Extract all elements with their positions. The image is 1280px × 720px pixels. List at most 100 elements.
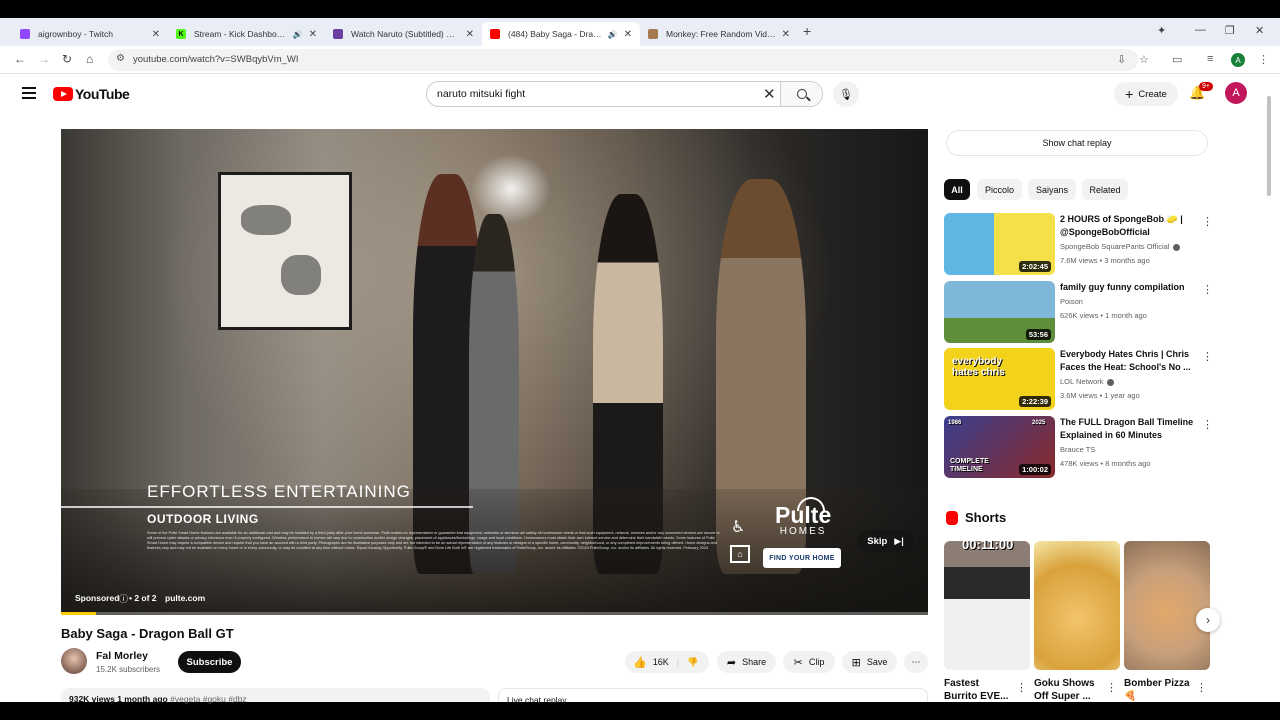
chip-all[interactable]: All [944, 179, 970, 200]
more-vertical-icon[interactable]: ⋮ [1106, 681, 1117, 694]
video-thumbnail[interactable]: 1986 2025 COMPLETE TIMELINE 1:00:02 [944, 416, 1055, 478]
clip-button[interactable]: ✂ Clip [783, 651, 835, 673]
recommended-video[interactable]: 1986 2025 COMPLETE TIMELINE 1:00:02 The … [944, 416, 1213, 479]
video-channel[interactable]: SpongeBob SquarePants Official [1060, 242, 1180, 251]
more-vertical-icon[interactable]: ⋮ [1202, 350, 1213, 363]
account-avatar[interactable]: A [1225, 82, 1247, 104]
forward-icon[interactable]: → [38, 52, 50, 66]
video-channel[interactable]: LOL Network [1060, 377, 1114, 386]
install-app-icon[interactable]: ⇩ [1117, 53, 1126, 66]
video-channel[interactable]: Brauce TS [1060, 445, 1095, 454]
page-scrollbar[interactable] [1267, 96, 1271, 196]
ad-info-icon[interactable]: ⓘ [119, 592, 128, 605]
share-button[interactable]: ➦ Share [717, 651, 776, 673]
tab-naruto[interactable]: Watch Naruto (Subtitled) S01:E ✕ [325, 22, 482, 46]
close-window-icon[interactable]: ✕ [1255, 24, 1264, 37]
video-thumbnail[interactable]: 53:56 [944, 281, 1055, 343]
chip-piccolo[interactable]: Piccolo [977, 179, 1022, 200]
reading-list-icon[interactable]: ≡ [1207, 53, 1213, 65]
search-box[interactable]: naruto mitsuki fight ✕ [426, 81, 823, 107]
like-count[interactable]: 16K [653, 657, 669, 667]
search-button[interactable] [780, 82, 822, 106]
back-icon[interactable]: ← [14, 52, 26, 66]
more-vertical-icon[interactable]: ⋮ [1202, 215, 1213, 228]
skip-ad-button[interactable]: Skip ▶| [857, 530, 914, 553]
channel-avatar[interactable] [61, 648, 87, 674]
tab-title: (484) Baby Saga - Dragon B [508, 29, 604, 39]
tab-kick[interactable]: K Stream - Kick Dashboard 🔊 ✕ [168, 22, 325, 46]
reload-icon[interactable]: ↻ [62, 52, 72, 66]
recommended-video[interactable]: 2:02:45 2 HOURS of SpongeBob 🧽 | @Sponge… [944, 213, 1213, 276]
cast-icon[interactable]: ▭ [1172, 53, 1182, 66]
browser-toolbar: ← → ↻ ⌂ ⚙ youtube.com/watch?v=SWBqybVm_W… [0, 46, 1280, 74]
search-input[interactable]: naruto mitsuki fight [437, 88, 525, 100]
close-tab-icon[interactable]: ✕ [624, 29, 632, 40]
recommended-video[interactable]: everybody hates chris 2:22:39 Everybody … [944, 348, 1213, 411]
create-button[interactable]: + Create [1114, 82, 1178, 106]
restore-icon[interactable]: ❐ [1225, 24, 1235, 37]
bookmark-star-icon[interactable]: ☆ [1139, 53, 1149, 66]
ad-progress-bar[interactable] [61, 612, 928, 615]
more-vertical-icon[interactable]: ⋮ [1202, 418, 1213, 431]
video-player[interactable]: EFFORTLESS ENTERTAINING OUTDOOR LIVING S… [61, 129, 928, 615]
video-tags[interactable]: #vegeta #goku #dbz [170, 694, 247, 704]
close-tab-icon[interactable]: ✕ [152, 29, 160, 40]
close-tab-icon[interactable]: ✕ [309, 29, 317, 40]
more-vertical-icon[interactable]: ⋮ [1202, 283, 1213, 296]
minimize-icon[interactable]: — [1195, 24, 1206, 36]
speaker-icon[interactable]: 🔊 [608, 30, 618, 39]
video-title[interactable]: family guy funny compilation [1060, 281, 1198, 294]
video-thumbnail[interactable]: everybody hates chris 2:22:39 [944, 348, 1055, 410]
home-icon[interactable]: ⌂ [86, 52, 93, 66]
new-tab-button[interactable]: + [803, 23, 811, 39]
short-title[interactable]: Fastest Burrito EVE... [944, 677, 1014, 703]
shorts-next-arrow-icon[interactable]: › [1196, 608, 1220, 632]
more-actions-button[interactable]: ⋯ [904, 651, 928, 673]
video-duration: 53:56 [1025, 329, 1051, 340]
video-title[interactable]: Everybody Hates Chris | Chris Faces the … [1060, 348, 1198, 374]
tab-twitch[interactable]: aigrownboy - Twitch ✕ [12, 22, 168, 46]
tab-youtube-active[interactable]: (484) Baby Saga - Dragon B 🔊 ✕ [482, 22, 640, 46]
close-tab-icon[interactable]: ✕ [782, 29, 790, 40]
video-title[interactable]: The FULL Dragon Ball Timeline Explained … [1060, 416, 1198, 442]
like-icon[interactable]: 👍 [633, 656, 647, 669]
show-chat-replay-button[interactable]: Show chat replay [946, 130, 1208, 156]
accessibility-icon: ♿ [731, 519, 746, 536]
menu-hamburger-icon[interactable] [22, 87, 36, 99]
ad-scene-chandelier [471, 154, 551, 224]
chip-related[interactable]: Related [1082, 179, 1128, 200]
speaker-icon[interactable]: 🔊 [293, 30, 303, 39]
subscribe-button[interactable]: Subscribe [178, 651, 241, 673]
find-your-home-button[interactable]: FIND YOUR HOME [763, 548, 841, 568]
voice-search-icon[interactable]: 🎙 [833, 81, 859, 107]
close-tab-icon[interactable]: ✕ [466, 29, 474, 40]
tab-monkey[interactable]: Monkey: Free Random Video C ✕ [640, 22, 798, 46]
more-vertical-icon[interactable]: ⋮ [1016, 681, 1027, 694]
channel-name[interactable]: Fal Morley [96, 650, 148, 662]
scissors-icon: ✂ [793, 656, 803, 669]
save-button[interactable]: ⊞ Save [842, 651, 897, 673]
save-label: Save [866, 657, 888, 667]
youtube-logo[interactable]: YouTube [53, 86, 130, 102]
more-vertical-icon[interactable]: ⋮ [1196, 681, 1207, 694]
clear-search-icon[interactable]: ✕ [763, 85, 776, 103]
live-chat-replay-box[interactable]: Live chat replay [498, 688, 928, 705]
short-thumbnail[interactable]: 00:11:00 [944, 541, 1030, 670]
video-title[interactable]: 2 HOURS of SpongeBob 🧽 | @SpongeBobOffic… [1060, 213, 1198, 239]
browser-profile-avatar[interactable]: A [1231, 53, 1245, 67]
short-thumbnail[interactable] [1124, 541, 1210, 670]
dislike-icon[interactable]: 👎 [687, 657, 698, 668]
gemini-icon[interactable]: ✦ [1157, 24, 1166, 37]
video-thumbnail[interactable]: 2:02:45 [944, 213, 1055, 275]
short-thumbnail[interactable] [1034, 541, 1120, 670]
chip-saiyans[interactable]: Saiyans [1028, 179, 1076, 200]
video-channel[interactable]: Poison [1060, 297, 1083, 306]
short-title[interactable]: Bomber Pizza🍕 [1124, 677, 1194, 703]
short-title[interactable]: Goku Shows Off Super ... [1034, 677, 1104, 703]
recommended-video[interactable]: 53:56 family guy funny compilation Poiso… [944, 281, 1213, 344]
address-bar[interactable]: ⚙ youtube.com/watch?v=SWBqybVm_WI [108, 49, 1138, 71]
description-box[interactable]: 932K views 1 month ago #vegeta #goku #db… [61, 688, 490, 704]
site-info-icon[interactable]: ⚙ [116, 53, 125, 64]
advertiser-link[interactable]: pulte.com [165, 593, 205, 603]
browser-menu-icon[interactable]: ⋮ [1258, 53, 1269, 66]
